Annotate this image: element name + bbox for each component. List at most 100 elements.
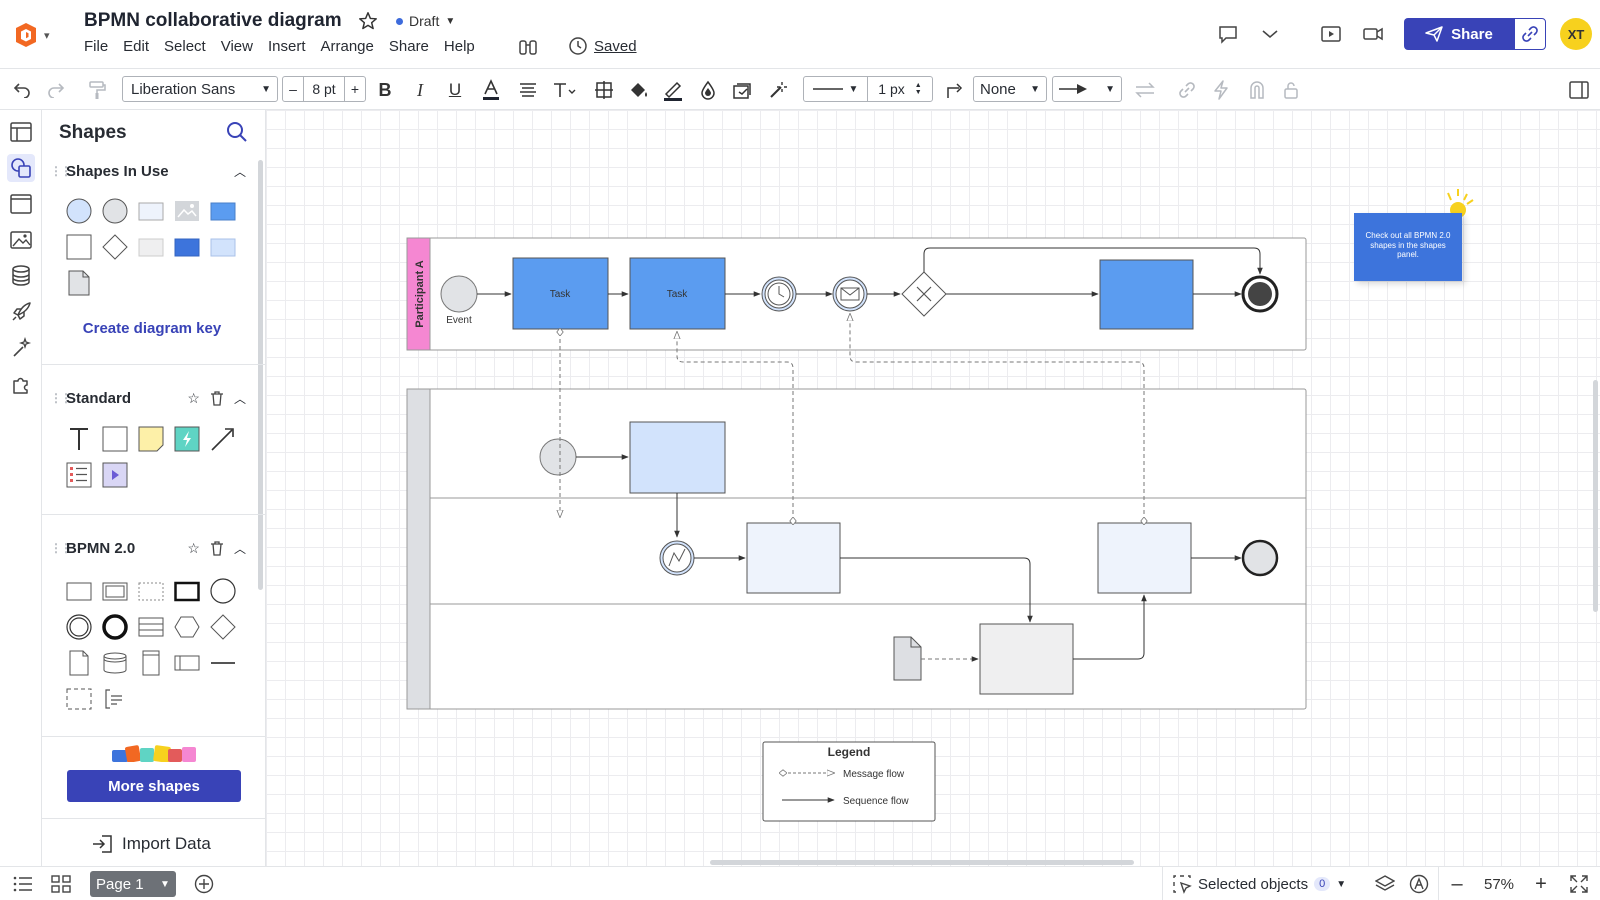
end-event-2[interactable]: [1241, 539, 1279, 577]
menu-share[interactable]: Share: [389, 38, 437, 55]
chevron-up-icon[interactable]: ︿: [234, 390, 246, 407]
create-diagram-key-link[interactable]: Create diagram key: [42, 320, 262, 337]
timer-event[interactable]: [761, 276, 797, 312]
align-text-icon[interactable]: [516, 77, 540, 103]
data-icon[interactable]: [7, 262, 35, 290]
task-3[interactable]: [1099, 259, 1194, 330]
opacity-icon[interactable]: [695, 77, 721, 103]
italic-icon[interactable]: I: [408, 77, 432, 103]
shape-line[interactable]: [210, 426, 236, 452]
shape-diamond[interactable]: [102, 234, 128, 260]
frame-icon[interactable]: [7, 190, 35, 218]
link-icon[interactable]: [1174, 77, 1200, 103]
shape-square[interactable]: [66, 234, 92, 260]
saved-status[interactable]: Saved: [568, 36, 637, 56]
menu-select[interactable]: Select: [164, 38, 214, 55]
bpmn-intermediate-event[interactable]: [66, 614, 92, 640]
task-5[interactable]: [746, 522, 841, 594]
drag-handle-icon[interactable]: ⋮⋮: [50, 391, 72, 405]
bold-icon[interactable]: B: [373, 77, 397, 103]
bpmn-conversation[interactable]: [174, 614, 200, 640]
font-size-value[interactable]: 8 pt: [303, 77, 345, 101]
shape-rect-dark-blue[interactable]: [174, 234, 200, 260]
diagram-canvas[interactable]: Participant A Event Task Task Legend Mes…: [266, 110, 1600, 866]
zoom-level[interactable]: 57%: [1476, 871, 1522, 897]
zoom-in-icon[interactable]: +: [1528, 871, 1554, 897]
bpmn-gateway[interactable]: [210, 614, 236, 640]
bpmn-text-annotation[interactable]: [102, 686, 128, 712]
line-end-select[interactable]: ▼: [1052, 76, 1122, 102]
shape-document[interactable]: [66, 270, 92, 296]
end-event-1[interactable]: [1241, 275, 1279, 313]
shape-list[interactable]: [66, 462, 92, 488]
menu-arrange[interactable]: Arrange: [321, 38, 382, 55]
swap-arrows-icon[interactable]: [1132, 77, 1158, 103]
image-icon[interactable]: [7, 226, 35, 254]
line-start-select[interactable]: None ▼: [973, 76, 1047, 102]
task-4[interactable]: [629, 421, 726, 494]
shape-rect-light[interactable]: [138, 198, 164, 224]
decrease-font-button[interactable]: –: [283, 81, 303, 97]
bpmn-end-event[interactable]: [102, 614, 128, 640]
page-grid-icon[interactable]: [48, 871, 74, 897]
ai-sparkle-icon[interactable]: [7, 334, 35, 362]
lightning-icon[interactable]: [1208, 77, 1234, 103]
star-icon[interactable]: ☆: [187, 540, 200, 557]
draft-status-dropdown[interactable]: Draft ▼: [396, 13, 455, 29]
chevron-up-icon[interactable]: ︿: [234, 163, 246, 180]
pages-panel-icon[interactable]: [7, 118, 35, 146]
zoom-out-icon[interactable]: –: [1444, 871, 1470, 897]
bpmn-vertical-lane[interactable]: [138, 650, 164, 676]
undo-icon[interactable]: [8, 77, 34, 103]
add-page-icon[interactable]: [191, 871, 217, 897]
app-logo[interactable]: ▾: [14, 20, 60, 50]
shape-sticky-note[interactable]: [138, 426, 164, 452]
increase-font-button[interactable]: +: [345, 81, 365, 97]
start-event-2[interactable]: [539, 438, 577, 476]
underline-icon[interactable]: U: [443, 77, 467, 103]
horizontal-scrollbar[interactable]: [710, 860, 1134, 865]
shape-circle-grey[interactable]: [102, 198, 128, 224]
document-title[interactable]: BPMN collaborative diagram: [84, 10, 342, 32]
bpmn-divider[interactable]: [210, 650, 236, 676]
shape-image-placeholder[interactable]: [174, 198, 200, 224]
copy-link-button[interactable]: [1514, 18, 1546, 50]
more-shapes-button[interactable]: More shapes: [67, 770, 241, 802]
line-style-select[interactable]: ▼: [804, 77, 868, 101]
menu-file[interactable]: File: [84, 38, 116, 55]
video-icon[interactable]: [1360, 21, 1386, 47]
connector-type-icon[interactable]: [941, 77, 967, 103]
shapes-panel-icon[interactable]: [7, 154, 35, 182]
search-icon[interactable]: [225, 120, 249, 144]
share-button[interactable]: Share: [1404, 18, 1514, 50]
bpmn-data-object[interactable]: [66, 650, 92, 676]
drag-handle-icon[interactable]: ⋮⋮: [50, 541, 72, 555]
chevron-down-icon[interactable]: [1257, 21, 1283, 47]
fill-color-icon[interactable]: [626, 77, 652, 103]
magic-wand-icon[interactable]: [765, 77, 791, 103]
right-panel-toggle-icon[interactable]: [1566, 77, 1592, 103]
fullscreen-icon[interactable]: [1566, 871, 1592, 897]
bpmn-group[interactable]: [138, 578, 164, 604]
shape-rect-pale-blue[interactable]: [210, 234, 236, 260]
task-7[interactable]: [979, 623, 1074, 695]
trash-icon[interactable]: [210, 390, 224, 406]
section-shapes-in-use[interactable]: ⋮⋮ Shapes In Use ︿: [50, 159, 246, 183]
format-painter-icon[interactable]: [84, 77, 110, 103]
task-6[interactable]: [1097, 522, 1192, 594]
bpmn-pool[interactable]: [138, 614, 164, 640]
style-icon[interactable]: [730, 77, 756, 103]
section-bpmn[interactable]: ⋮⋮ BPMN 2.0 ☆ ︿: [50, 536, 246, 560]
present-icon[interactable]: [1318, 21, 1344, 47]
menu-view[interactable]: View: [221, 38, 261, 55]
font-family-select[interactable]: Liberation Sans ▼: [122, 76, 278, 102]
accessibility-icon[interactable]: [1406, 871, 1432, 897]
redo-icon[interactable]: [44, 77, 70, 103]
selected-objects-dropdown[interactable]: Selected objects 0 ▼: [1172, 871, 1346, 897]
bpmn-horizontal-lane[interactable]: [174, 650, 200, 676]
layers-icon[interactable]: [1372, 871, 1398, 897]
menu-insert[interactable]: Insert: [268, 38, 314, 55]
line-style-group[interactable]: ▼ 1 px ▲ ▼: [803, 76, 933, 102]
section-standard[interactable]: ⋮⋮ Standard ☆ ︿: [50, 386, 246, 410]
magnet-icon[interactable]: [1244, 77, 1270, 103]
